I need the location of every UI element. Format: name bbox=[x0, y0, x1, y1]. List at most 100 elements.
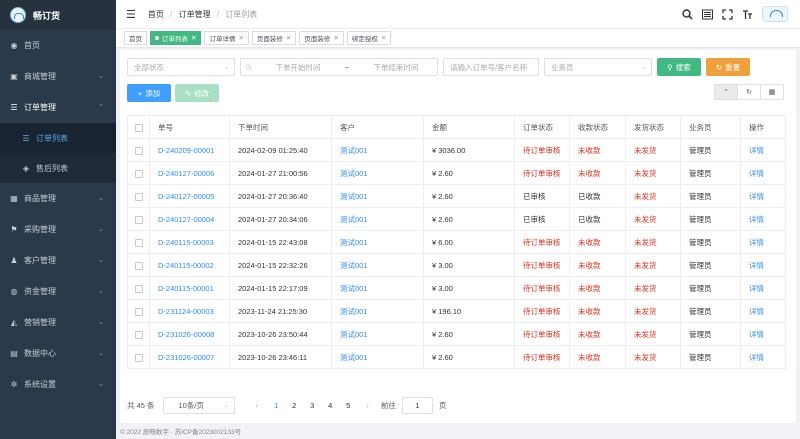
tab-home[interactable]: 首页 bbox=[124, 31, 147, 45]
brand[interactable]: 畅订货 bbox=[0, 0, 116, 30]
detail-link[interactable]: 详情 bbox=[740, 253, 786, 277]
detail-link[interactable]: 详情 bbox=[740, 138, 786, 162]
date-range-picker[interactable]: ◷ 下单开始时间 ~ 下单结束时间 bbox=[240, 58, 438, 76]
sidebar-item-label: 采购管理 bbox=[24, 225, 56, 234]
refresh-button[interactable]: ↻ bbox=[737, 84, 761, 100]
sidebar-item-data-center[interactable]: ▤ 数据中心 ⌄ bbox=[0, 338, 116, 369]
sidebar-item-label: 系统设置 bbox=[24, 380, 56, 389]
salesman-select[interactable]: 业务员 ⌄ bbox=[544, 58, 652, 76]
row-checkbox[interactable] bbox=[127, 299, 150, 323]
page-number[interactable]: 5 bbox=[339, 401, 357, 410]
sidebar-item-after-sales[interactable]: ◈ 售后列表 bbox=[0, 153, 116, 183]
row-checkbox[interactable] bbox=[127, 184, 150, 208]
salesman: 管理员 bbox=[680, 276, 741, 300]
order-number-link[interactable]: D-231124-00003 bbox=[149, 299, 230, 323]
main-panel: 全部状态 ⌄ ◷ 下单开始时间 ~ 下单结束时间 请输入订单号/客户名称 业务员… bbox=[120, 50, 796, 423]
menu-toggle-icon[interactable]: ☰ bbox=[126, 8, 136, 21]
sidebar-item-home[interactable]: ◉ 首页 bbox=[0, 30, 116, 61]
add-button[interactable]: + 添加 bbox=[127, 84, 171, 102]
fullscreen-icon[interactable] bbox=[722, 8, 733, 20]
next-page-icon[interactable]: › bbox=[366, 401, 369, 410]
customer-link[interactable]: 测试001 bbox=[331, 299, 424, 323]
order-number-link[interactable]: D-240115-00003 bbox=[149, 230, 230, 254]
sidebar-item-products[interactable]: ▦ 商品管理 ⌄ bbox=[0, 183, 116, 214]
breadcrumb-home[interactable]: 首页 bbox=[148, 10, 164, 19]
customer-link[interactable]: 测试001 bbox=[331, 253, 424, 277]
font-size-icon[interactable] bbox=[742, 9, 753, 20]
order-number-link[interactable]: D-231026-00007 bbox=[149, 345, 230, 369]
order-number-link[interactable]: D-240115-00001 bbox=[149, 276, 230, 300]
order-number-link[interactable]: D-240115-00002 bbox=[149, 253, 230, 277]
search-button[interactable]: ⚲ 搜索 bbox=[657, 58, 701, 76]
tab-page-decor[interactable]: 页面装修 ✕ bbox=[251, 31, 297, 45]
sidebar-item-settings[interactable]: ✲ 系统设置 ⌄ bbox=[0, 369, 116, 400]
page-number[interactable]: 4 bbox=[321, 401, 339, 410]
detail-link[interactable]: 详情 bbox=[740, 299, 786, 323]
sidebar-item-order-list[interactable]: ☰ 订单列表 bbox=[0, 123, 116, 153]
detail-link[interactable]: 详情 bbox=[740, 322, 786, 346]
detail-link[interactable]: 详情 bbox=[740, 345, 786, 369]
breadcrumb-orders[interactable]: 订单管理 bbox=[179, 10, 211, 19]
prev-page-icon[interactable]: ‹ bbox=[256, 401, 259, 410]
search-icon[interactable] bbox=[682, 8, 693, 20]
customer-link[interactable]: 测试001 bbox=[331, 138, 424, 162]
start-date-input[interactable]: 下单开始时间 bbox=[257, 62, 339, 73]
row-checkbox[interactable] bbox=[127, 276, 150, 300]
news-icon[interactable] bbox=[702, 9, 713, 20]
sidebar-item-purchase[interactable]: ⚑ 采购管理 ⌄ bbox=[0, 214, 116, 245]
detail-link[interactable]: 详情 bbox=[740, 161, 786, 185]
collapse-search-button[interactable]: ⌃ bbox=[714, 84, 738, 100]
row-checkbox[interactable] bbox=[127, 230, 150, 254]
detail-link[interactable]: 详情 bbox=[740, 230, 786, 254]
close-icon[interactable]: ✕ bbox=[286, 34, 291, 42]
tab-bind-auth[interactable]: 绑定授权 ✕ bbox=[346, 31, 392, 45]
tab-order-list[interactable]: 订单列表 ✕ bbox=[150, 31, 202, 45]
order-number-link[interactable]: D-240127-00004 bbox=[149, 207, 230, 231]
sidebar-item-customers[interactable]: ♟ 客户管理 ⌄ bbox=[0, 245, 116, 276]
sidebar-item-funds[interactable]: ◍ 资金管理 ⌄ bbox=[0, 276, 116, 307]
reset-button[interactable]: ↻ 重置 bbox=[706, 58, 750, 76]
detail-link[interactable]: 详情 bbox=[740, 276, 786, 300]
row-checkbox[interactable] bbox=[127, 138, 150, 162]
customer-link[interactable]: 测试001 bbox=[331, 322, 424, 346]
customer-link[interactable]: 测试001 bbox=[331, 276, 424, 300]
row-checkbox[interactable] bbox=[127, 253, 150, 277]
tab-page-decor-2[interactable]: 页面装修 ✕ bbox=[299, 31, 344, 45]
page-number[interactable]: 2 bbox=[285, 401, 303, 410]
order-number-link[interactable]: D-240127-00005 bbox=[149, 184, 230, 208]
row-checkbox[interactable] bbox=[127, 207, 150, 231]
page-number[interactable]: 3 bbox=[303, 401, 321, 410]
order-number-link[interactable]: D-240209-00001 bbox=[149, 138, 230, 162]
avatar[interactable] bbox=[762, 6, 788, 22]
order-number-link[interactable]: D-231026-00008 bbox=[149, 322, 230, 346]
detail-link[interactable]: 详情 bbox=[740, 184, 786, 208]
customer-link[interactable]: 测试001 bbox=[331, 230, 424, 254]
sidebar-item-orders[interactable]: ☰ 订单管理 ⌃ bbox=[0, 92, 116, 123]
row-checkbox[interactable] bbox=[127, 345, 150, 369]
detail-link[interactable]: 详情 bbox=[740, 207, 786, 231]
close-icon[interactable]: ✕ bbox=[191, 34, 196, 42]
edit-button[interactable]: ✎ 修改 bbox=[175, 84, 219, 102]
customer-link[interactable]: 测试001 bbox=[331, 345, 424, 369]
end-date-input[interactable]: 下单结束时间 bbox=[355, 62, 437, 73]
close-icon[interactable]: ✕ bbox=[381, 34, 386, 42]
status-select[interactable]: 全部状态 ⌄ bbox=[127, 58, 235, 76]
goto-page-input[interactable]: 1 bbox=[401, 397, 433, 414]
customer-link[interactable]: 测试001 bbox=[331, 184, 424, 208]
close-icon[interactable]: ✕ bbox=[238, 34, 243, 42]
columns-button[interactable]: ▦ bbox=[760, 84, 784, 100]
page-size-select[interactable]: 10条/页 ⌄ bbox=[162, 397, 235, 414]
keyword-input[interactable]: 请输入订单号/客户名称 bbox=[443, 58, 539, 76]
order-time: 2023-11-24 21:25:30 bbox=[229, 299, 332, 323]
order-number-link[interactable]: D-240127-00006 bbox=[149, 161, 230, 185]
sidebar-item-marketing[interactable]: ◭ 营销管理 ⌄ bbox=[0, 307, 116, 338]
row-checkbox[interactable] bbox=[127, 161, 150, 185]
customer-link[interactable]: 测试001 bbox=[331, 207, 424, 231]
sidebar-item-mall[interactable]: ▣ 商城管理 ⌄ bbox=[0, 61, 116, 92]
tab-order-detail[interactable]: 订单详情 ✕ bbox=[204, 31, 249, 45]
close-icon[interactable]: ✕ bbox=[333, 34, 338, 42]
page-number[interactable]: 1 bbox=[267, 401, 285, 410]
customer-link[interactable]: 测试001 bbox=[331, 161, 424, 185]
row-checkbox[interactable] bbox=[127, 322, 150, 346]
select-all-checkbox[interactable] bbox=[127, 115, 150, 139]
